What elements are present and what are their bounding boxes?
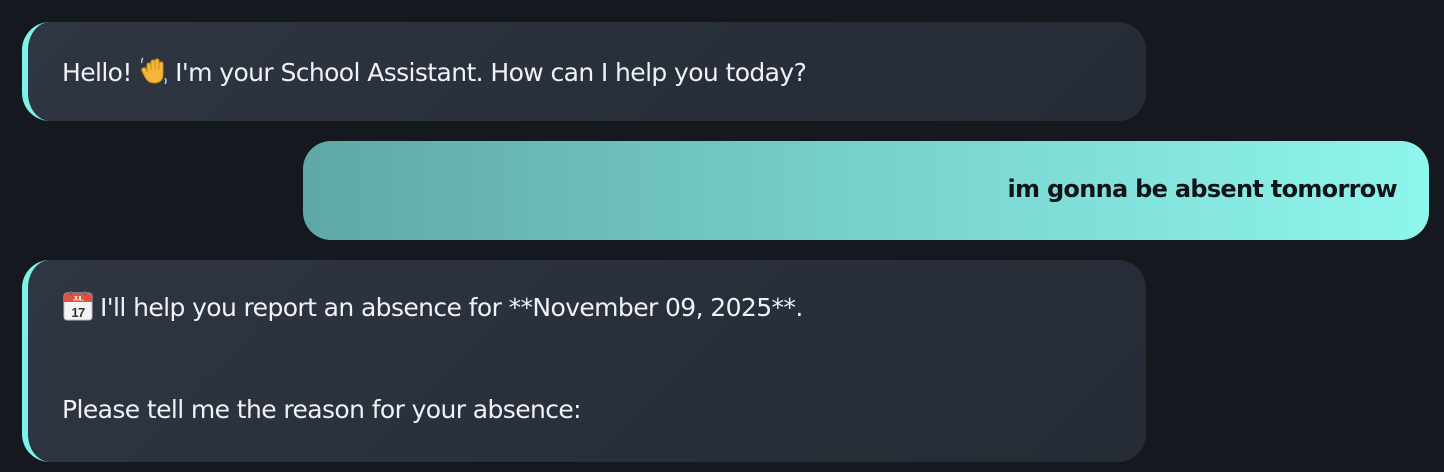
chat-thread: Hello! I'm your School Assistant. How ca… (0, 0, 1444, 472)
calendar-month-label: JUL (73, 297, 83, 303)
calendar-icon: JUL 17 (62, 290, 94, 322)
assistant-message-text: I'm your School Assistant. How can I hel… (175, 58, 807, 87)
assistant-message-text: I'll help you report an absence for **No… (100, 293, 803, 322)
greeting-text: Hello! (62, 58, 140, 87)
assistant-message: Hello! I'm your School Assistant. How ca… (22, 22, 1146, 121)
message-text-line: Hello! I'm your School Assistant. How ca… (62, 56, 807, 87)
message-text-line: JUL 17 I'll help you report an absence f… (62, 290, 803, 322)
user-message: im gonna be absent tomorrow (303, 141, 1429, 240)
assistant-message-text: Please tell me the reason for your absen… (62, 395, 582, 424)
user-message-text: im gonna be absent tomorrow (1007, 175, 1397, 203)
assistant-message: JUL 17 I'll help you report an absence f… (22, 260, 1146, 462)
calendar-day-label: 17 (71, 305, 85, 320)
waving-hand-icon (139, 56, 169, 86)
